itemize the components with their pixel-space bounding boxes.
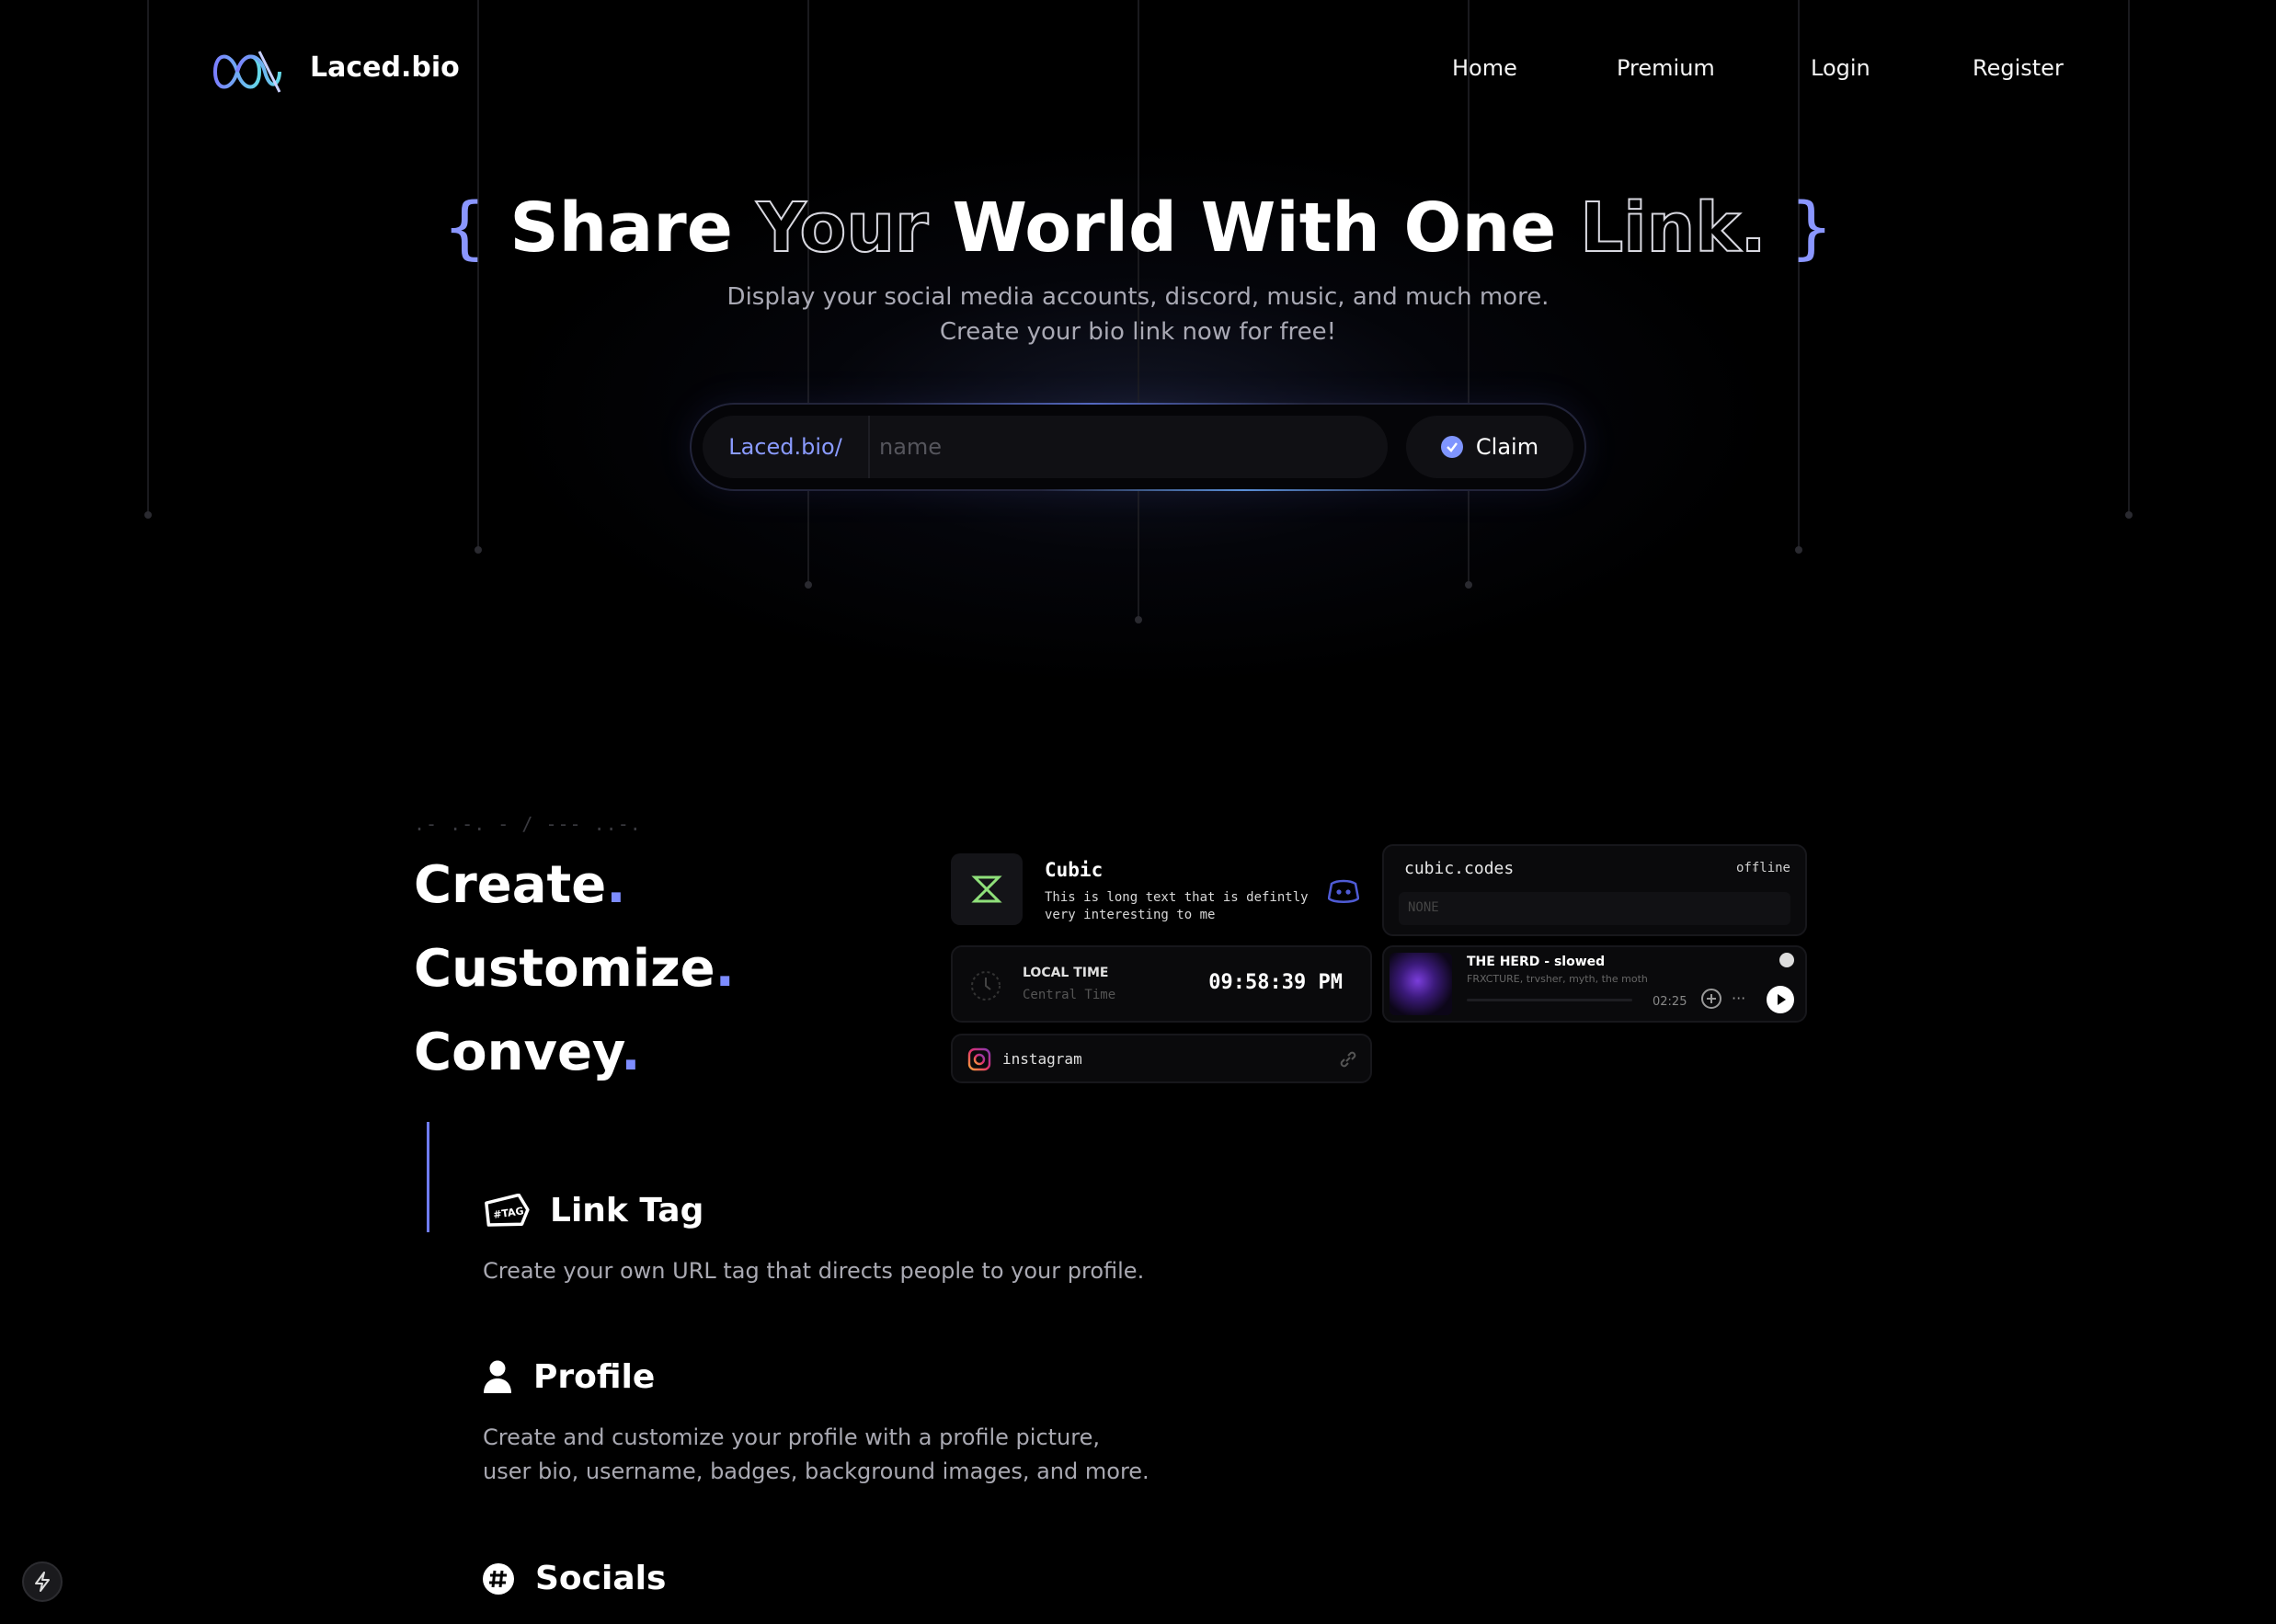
feature-title-link-tag[interactable]: Link Tag: [550, 1192, 703, 1229]
track-title: THE HERD - slowed: [1467, 955, 1606, 969]
hero-word: One: [1403, 189, 1557, 268]
link-icon: [1340, 1051, 1356, 1068]
instagram-icon: [967, 1047, 991, 1071]
hero-word: Share: [509, 189, 733, 268]
decor-line: [475, 0, 482, 554]
claim-input-wrap: Laced.bio/: [703, 416, 1388, 478]
claim-button[interactable]: Claim: [1406, 416, 1573, 478]
discord-card: cubic.codes offline NONE: [1382, 844, 1807, 936]
feature-desc-profile-2: user bio, username, badges, background i…: [483, 1458, 1149, 1484]
feature-active-bar: [427, 1122, 429, 1232]
feature-desc-profile: Create and customize your profile with a…: [483, 1424, 1101, 1450]
track-artists: FRXCTURE, trvsher, myth, the moth: [1467, 973, 1648, 985]
hero-word: World: [952, 189, 1177, 268]
nav-register-link[interactable]: Register: [1973, 55, 2064, 81]
laced-logo-icon[interactable]: [212, 46, 281, 97]
hash-icon: [483, 1563, 514, 1595]
lightning-icon: [35, 1572, 50, 1592]
brace-close: }: [1790, 189, 1834, 268]
instagram-label: instagram: [1002, 1050, 1082, 1068]
discord-icon[interactable]: [1328, 878, 1359, 904]
track-elapsed: 02:25: [1653, 995, 1687, 1009]
svg-text:#TAG: #TAG: [492, 1205, 524, 1221]
profile-name: Cubic: [1045, 859, 1104, 881]
user-icon: [484, 1360, 511, 1393]
spotify-icon: [1779, 953, 1794, 967]
time-zone: Central Time: [1023, 988, 1116, 1002]
hero-word-outline: Link.: [1579, 188, 1767, 269]
morse-kicker: .- .-. - / --- ..-.: [414, 813, 642, 835]
hero-word-outline: Your: [756, 188, 930, 269]
hero-subtitle: Display your social media accounts, disc…: [726, 283, 1550, 311]
headline-convey: Convey.: [414, 1023, 641, 1082]
claim-button-label: Claim: [1475, 434, 1539, 460]
profile-bio: This is long text that is defintly: [1045, 890, 1309, 905]
play-button[interactable]: [1767, 986, 1794, 1013]
bolt-button[interactable]: [22, 1561, 63, 1602]
local-time-card: LOCAL TIME Central Time 09:58:39 PM: [951, 945, 1372, 1023]
hero-title: { Share Your World With One Link. }: [0, 188, 2276, 269]
hero-subtitle-2: Create your bio link now for free!: [939, 318, 1337, 346]
more-icon[interactable]: ···: [1732, 989, 1745, 1007]
feature-title-profile[interactable]: Profile: [533, 1358, 655, 1396]
discord-activity: NONE: [1408, 900, 1439, 915]
clock-icon: [971, 971, 1001, 1001]
tag-icon: #TAG: [485, 1194, 530, 1227]
discord-status: offline: [1735, 861, 1790, 875]
profile-bio-2: very interesting to me: [1045, 908, 1216, 922]
brace-open: {: [442, 189, 486, 268]
progress-bar[interactable]: [1467, 999, 1632, 1001]
hero-word: With: [1200, 189, 1380, 268]
claim-bar: Laced.bio/ Claim: [690, 403, 1586, 491]
music-card: THE HERD - slowed FRXCTURE, trvsher, myt…: [1382, 945, 1807, 1023]
cubic-logo-icon: [971, 875, 1002, 903]
claim-prefix: Laced.bio/: [703, 416, 870, 478]
discord-username: cubic.codes: [1404, 859, 1515, 878]
claim-name-input[interactable]: [879, 416, 1376, 478]
feature-title-socials[interactable]: Socials: [535, 1560, 666, 1597]
album-art: [1390, 953, 1452, 1015]
nav-premium-link[interactable]: Premium: [1617, 55, 1715, 81]
nav-home-link[interactable]: Home: [1452, 55, 1517, 81]
add-icon[interactable]: [1700, 988, 1722, 1010]
local-time-value: 09:58:39 PM: [1208, 971, 1343, 994]
brand-name[interactable]: Laced.bio: [310, 51, 460, 84]
headline-create: Create.: [414, 855, 626, 915]
headline-customize: Customize.: [414, 939, 735, 999]
local-time-label: LOCAL TIME: [1023, 966, 1109, 980]
feature-desc-link-tag: Create your own URL tag that directs peo…: [483, 1258, 1145, 1284]
profile-avatar-wrap: [951, 853, 1023, 925]
nav-login-link[interactable]: Login: [1811, 55, 1870, 81]
instagram-card[interactable]: instagram: [951, 1034, 1372, 1083]
play-icon: [1778, 994, 1786, 1005]
check-circle-icon: [1440, 436, 1463, 458]
discord-activity-box: NONE: [1399, 892, 1790, 925]
avatar: [951, 853, 1023, 925]
decor-line: [1795, 0, 1802, 554]
